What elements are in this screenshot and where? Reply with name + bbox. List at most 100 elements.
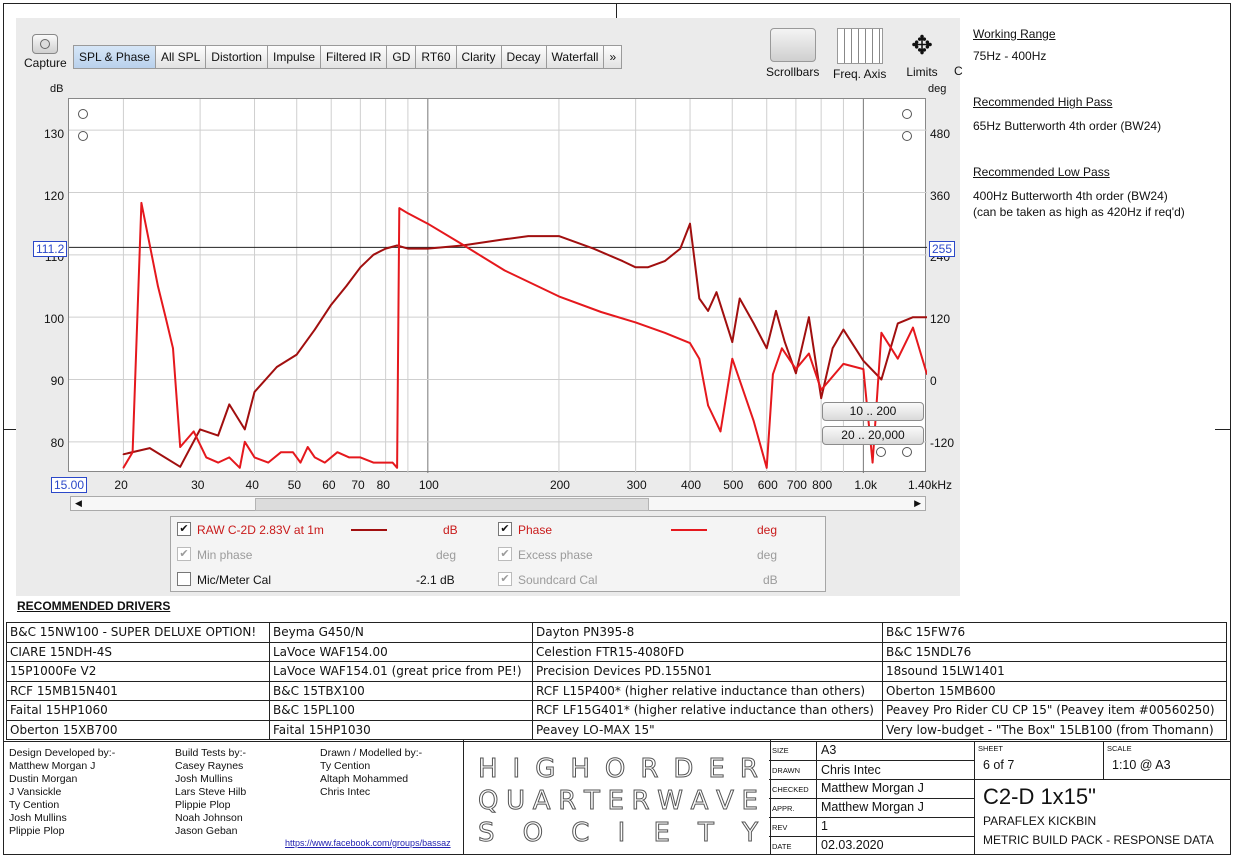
checkbox-phase[interactable]: ✔: [498, 522, 512, 536]
spl-point: [820, 397, 822, 400]
tab-all-spl[interactable]: All SPL: [155, 46, 207, 68]
tab-decay[interactable]: Decay: [501, 46, 547, 68]
checkbox-min-phase[interactable]: ✔: [177, 547, 191, 561]
rev-key-cell: REV: [769, 818, 817, 837]
tab-gd[interactable]: GD: [387, 46, 417, 68]
x-tick-label: 300: [626, 478, 647, 492]
range-20-20000-button[interactable]: 20 .. 20,000: [822, 426, 924, 445]
legend-unit-excess-phase: deg: [757, 548, 778, 562]
appr-value-cell: Matthew Morgan J: [817, 799, 975, 818]
tab-clarity[interactable]: Clarity: [456, 46, 502, 68]
legend-label-min-phase: Min phase: [197, 548, 253, 562]
table-row: B&C 15NW100 - SUPER DELUXE OPTION! Beyma …: [6, 622, 1227, 643]
checkbox-soundcard-cal[interactable]: ✔: [498, 572, 512, 586]
logo-letter: V: [716, 786, 735, 817]
freq-axis-button[interactable]: Freq. Axis: [833, 28, 886, 81]
x-tick-label: 60: [322, 478, 336, 492]
table-cell: B&C 15NDL76: [882, 641, 1227, 662]
design-credits-title: Design Developed by:-: [9, 747, 116, 759]
legend-unit-min-phase: deg: [436, 548, 457, 562]
scroll-thumb[interactable]: [255, 498, 649, 511]
appr-key: APPR.: [772, 804, 795, 813]
legend-unit-phase: deg: [757, 523, 778, 537]
spl-point: [372, 254, 375, 256]
y-tick-right: 360: [930, 189, 951, 203]
table-cell: Dayton PN395-8: [532, 622, 883, 643]
y-tick-left: 130: [43, 127, 64, 141]
cursor-left-value: 111.2: [33, 241, 68, 257]
phase-point: [292, 451, 294, 454]
checkbox-excess-phase[interactable]: ✔: [498, 547, 512, 561]
spl-phase-chart[interactable]: [68, 98, 927, 473]
capture-button[interactable]: Capture: [24, 34, 67, 70]
logo-letter: I: [512, 754, 521, 785]
scroll-right-icon[interactable]: ▶: [914, 498, 921, 509]
credit-name: Ty Cention: [320, 760, 371, 772]
plot-area: [69, 99, 927, 473]
phase-point: [634, 321, 637, 324]
logo-letter: U: [506, 786, 526, 817]
phase-point: [217, 461, 219, 464]
phase-point: [772, 373, 774, 376]
facebook-group-link[interactable]: https://www.facebook.com/groups/bassaz: [285, 838, 451, 848]
tab-distortion[interactable]: Distortion: [206, 46, 268, 68]
x-start-value[interactable]: 15.00: [51, 477, 88, 493]
left-axis-unit: dB: [50, 83, 64, 95]
credit-name: Josh Mullins: [9, 812, 67, 824]
legend-label-raw: RAW C-2D 2.83V at 1m: [197, 523, 324, 537]
freq-axis-icon: [836, 28, 883, 64]
horizontal-scrollbar[interactable]: ◀ ▶: [70, 496, 926, 511]
x-tick-label: 70: [351, 478, 365, 492]
scrollbars-button[interactable]: Scrollbars: [766, 28, 819, 79]
table-cell: RCF LF15G401* (higher relative inductanc…: [532, 700, 883, 721]
y-tick-right: -120: [930, 436, 955, 450]
phase-point: [407, 212, 409, 215]
tab-more[interactable]: »: [604, 46, 622, 68]
tab-impulse[interactable]: Impulse: [267, 46, 322, 68]
phase-point: [384, 461, 387, 464]
checkbox-raw[interactable]: ✔: [177, 522, 191, 536]
tab-filtered-ir[interactable]: Filtered IR: [321, 46, 388, 68]
scrollbars-icon: [769, 28, 816, 62]
legend-swatch-raw: [351, 529, 387, 531]
spl-trace: [123, 222, 927, 468]
logo-letter: G: [535, 754, 556, 785]
spl-point: [359, 266, 362, 269]
phase-point: [122, 467, 125, 469]
spl-point: [897, 322, 899, 325]
y-tick-left: 80: [50, 436, 64, 450]
rev-key: REV: [772, 823, 788, 832]
scroll-left-icon[interactable]: ◀: [75, 498, 82, 509]
spl-point: [427, 247, 429, 250]
x-tick-label: 100: [418, 478, 439, 492]
spl-point: [179, 465, 181, 468]
logo-letter: S: [478, 818, 495, 849]
table-cell: CIARE 15NDH-4S: [6, 641, 270, 662]
zoom-icon: [78, 109, 88, 119]
table-cell: B&C 15FW76: [882, 622, 1227, 643]
drawing-subtitle: PARAFLEX KICKBIN: [983, 814, 1097, 828]
tab-rt60[interactable]: RT60: [416, 46, 457, 68]
range-10-200-button[interactable]: 10 .. 200: [822, 402, 924, 421]
checked-value-cell: Matthew Morgan J: [817, 780, 975, 799]
logo-letter: W: [657, 786, 684, 817]
tab-spl-phase[interactable]: SPL & Phase: [74, 46, 156, 68]
date-value-cell: 02.03.2020: [817, 837, 975, 855]
logo-letter: E: [741, 786, 758, 817]
table-row: Oberton 15XB700 Faital 15HP1030 Peavey LO-…: [6, 719, 1227, 740]
limits-button[interactable]: ✥ Limits: [900, 28, 944, 79]
phase-point: [912, 326, 914, 329]
checkbox-mic-cal[interactable]: [177, 572, 191, 586]
tab-waterfall[interactable]: Waterfall: [546, 46, 605, 68]
spl-point: [808, 316, 810, 318]
logo-letter: A: [690, 786, 709, 817]
logo-line: SOCIETY: [478, 818, 759, 849]
drivers-title: RECOMMENDED DRIVERS: [17, 599, 171, 613]
sheet-cell: SHEET 6 of 7: [975, 741, 1104, 780]
credit-name: Chris Intec: [320, 786, 371, 798]
spl-point: [752, 322, 755, 325]
spl-point: [738, 297, 741, 300]
phase-point: [179, 446, 181, 448]
working-range-heading: Working Range: [973, 27, 1056, 41]
spl-point: [621, 260, 624, 262]
